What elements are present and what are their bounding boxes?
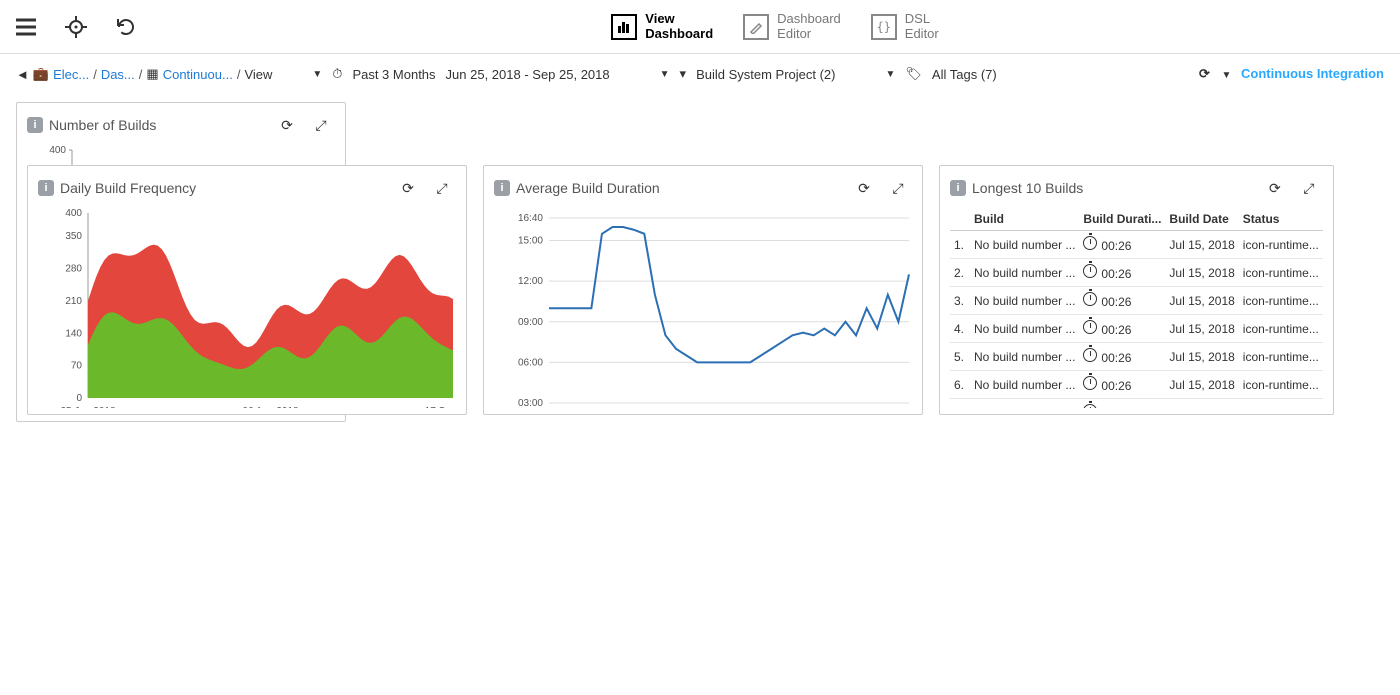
refresh-icon[interactable] bbox=[112, 13, 140, 41]
refresh-icon[interactable]: ⟳ bbox=[850, 174, 878, 202]
nav-label: View bbox=[645, 11, 674, 26]
nav-label: DSL bbox=[905, 11, 930, 26]
hamburger-icon[interactable] bbox=[12, 13, 40, 41]
svg-text:25 Jun 2018: 25 Jun 2018 bbox=[60, 406, 115, 408]
stacked-area-chart: 0 70 140 210 280 350 400 25 Jun 2018 06 Aug 2018… bbox=[38, 208, 456, 408]
panel-title: Average Build Duration bbox=[516, 180, 660, 196]
crosshair-icon[interactable] bbox=[62, 13, 90, 41]
braces-icon: {} bbox=[871, 14, 897, 40]
tags-filter[interactable]: All Tags (7) bbox=[932, 67, 997, 82]
refresh-icon[interactable]: ⟳ bbox=[394, 174, 422, 202]
svg-text:17 Sep 2018: 17 Sep 2018 bbox=[425, 406, 456, 408]
chevron-down-icon[interactable]: ▼ bbox=[886, 69, 896, 80]
nav-dsl-editor[interactable]: {} DSLEditor bbox=[871, 12, 939, 41]
info-icon[interactable]: i bbox=[27, 117, 43, 133]
chevron-down-icon[interactable]: ▼ bbox=[660, 69, 670, 80]
panel-title: Number of Builds bbox=[49, 117, 156, 133]
stacked-bar-chart: 070140210280350400TodayLast 7 daysLast 1… bbox=[27, 145, 335, 165]
table-row[interactable]: 1.No build number ...00:26Jul 15, 2018ic… bbox=[950, 231, 1323, 259]
funnel-icon: ▾ bbox=[680, 66, 687, 82]
top-toolbar: ViewDashboard DashboardEditor {} DSLEdit… bbox=[0, 0, 1400, 54]
svg-text:03:00: 03:00 bbox=[518, 398, 543, 408]
nav-dashboard-editor[interactable]: DashboardEditor bbox=[743, 12, 841, 41]
breadcrumb-item[interactable]: Das... bbox=[101, 67, 135, 82]
svg-text:0: 0 bbox=[76, 393, 82, 404]
briefcase-icon: 💼 bbox=[33, 66, 49, 82]
nav-label: Editor bbox=[905, 26, 939, 41]
stopwatch-icon: ⏱ bbox=[332, 66, 342, 82]
svg-text:16:40: 16:40 bbox=[518, 213, 543, 224]
longest-table: Build Build Durati... Build Date Status … bbox=[950, 208, 1323, 408]
period-label: Past 3 Months bbox=[352, 67, 435, 82]
expand-icon[interactable]: ⤢ bbox=[428, 174, 456, 202]
nav-label: Dashboard bbox=[645, 26, 713, 41]
refresh-icon[interactable]: ⟳ bbox=[273, 111, 301, 139]
info-icon[interactable]: i bbox=[494, 180, 510, 196]
expand-icon[interactable]: ⤢ bbox=[884, 174, 912, 202]
panel-daily-build-frequency: i Daily Build Frequency ⟳ ⤢ 0 70 140 210 280… bbox=[27, 165, 467, 415]
svg-text:09:00: 09:00 bbox=[518, 317, 543, 328]
expand-icon[interactable]: ⤢ bbox=[1295, 174, 1323, 202]
breadcrumb-current: View bbox=[244, 67, 272, 82]
svg-text:70: 70 bbox=[71, 361, 83, 372]
breadcrumb: ◄ 💼 Elec... / Das... / ▦ Continuou... / … bbox=[16, 66, 272, 82]
panel-title: Daily Build Frequency bbox=[60, 180, 196, 196]
bar-chart-icon bbox=[611, 14, 637, 40]
refresh-icon[interactable]: ⟳ bbox=[1261, 174, 1289, 202]
svg-text:280: 280 bbox=[65, 264, 82, 275]
nav-view-dashboard[interactable]: ViewDashboard bbox=[611, 12, 713, 41]
breadcrumb-item[interactable]: Elec... bbox=[53, 67, 89, 82]
info-icon[interactable]: i bbox=[38, 180, 54, 196]
ci-link[interactable]: ⟳ ▼ Continuous Integration bbox=[1199, 66, 1384, 82]
svg-text:400: 400 bbox=[49, 145, 66, 156]
back-icon[interactable]: ◄ bbox=[16, 67, 29, 82]
period-range: Jun 25, 2018 - Sep 25, 2018 bbox=[446, 67, 610, 82]
nav-label: Dashboard bbox=[777, 11, 841, 26]
filter-bar: ◄ 💼 Elec... / Das... / ▦ Continuou... / … bbox=[0, 54, 1400, 94]
period-filter[interactable]: Past 3 Months bbox=[352, 67, 435, 82]
table-row[interactable]: 6.No build number ...00:26Jul 15, 2018ic… bbox=[950, 371, 1323, 399]
info-icon[interactable]: i bbox=[950, 180, 966, 196]
edit-icon bbox=[743, 14, 769, 40]
expand-icon[interactable]: ⤢ bbox=[307, 111, 335, 139]
panel-avg-build-duration: i Average Build Duration ⟳ ⤢ 03:0006:000… bbox=[483, 165, 923, 415]
table-row[interactable]: 7.No build number ...00:26Jul 15, 2018ic… bbox=[950, 399, 1323, 409]
svg-text:210: 210 bbox=[65, 296, 82, 307]
table-row[interactable]: 3.No build number ...00:26Jul 15, 2018ic… bbox=[950, 287, 1323, 315]
svg-text:12:00: 12:00 bbox=[518, 276, 543, 287]
panel-number-of-builds: i Number of Builds ⟳ ⤢ 07014021028035040… bbox=[16, 102, 346, 422]
svg-text:06:00: 06:00 bbox=[518, 357, 543, 368]
table-row[interactable]: 2.No build number ...00:26Jul 15, 2018ic… bbox=[950, 259, 1323, 287]
svg-text:350: 350 bbox=[65, 231, 82, 242]
grid-icon: ▦ bbox=[146, 66, 158, 82]
nav-label: Editor bbox=[777, 26, 811, 41]
table-row[interactable]: 4.No build number ...00:26Jul 15, 2018ic… bbox=[950, 315, 1323, 343]
chevron-down-icon[interactable]: ▼ bbox=[312, 69, 322, 80]
svg-text:15:00: 15:00 bbox=[518, 236, 543, 247]
tag-icon: 🏷 bbox=[905, 66, 922, 82]
table-row[interactable]: 5.No build number ...00:26Jul 15, 2018ic… bbox=[950, 343, 1323, 371]
project-filter[interactable]: Build System Project (2) bbox=[696, 67, 835, 82]
refresh-small-icon: ⟳ bbox=[1199, 66, 1210, 81]
panel-longest-10-builds: i Longest 10 Builds ⟳ ⤢ Build Build Dura… bbox=[939, 165, 1334, 415]
svg-text:400: 400 bbox=[65, 208, 82, 219]
line-chart: 03:00 06:00 09:00 12:00 15:00 16:40 bbox=[494, 208, 912, 408]
svg-text:06 Aug 2018: 06 Aug 2018 bbox=[242, 406, 299, 408]
breadcrumb-item[interactable]: Continuou... bbox=[163, 67, 233, 82]
svg-text:140: 140 bbox=[65, 328, 82, 339]
panel-title: Longest 10 Builds bbox=[972, 180, 1083, 196]
